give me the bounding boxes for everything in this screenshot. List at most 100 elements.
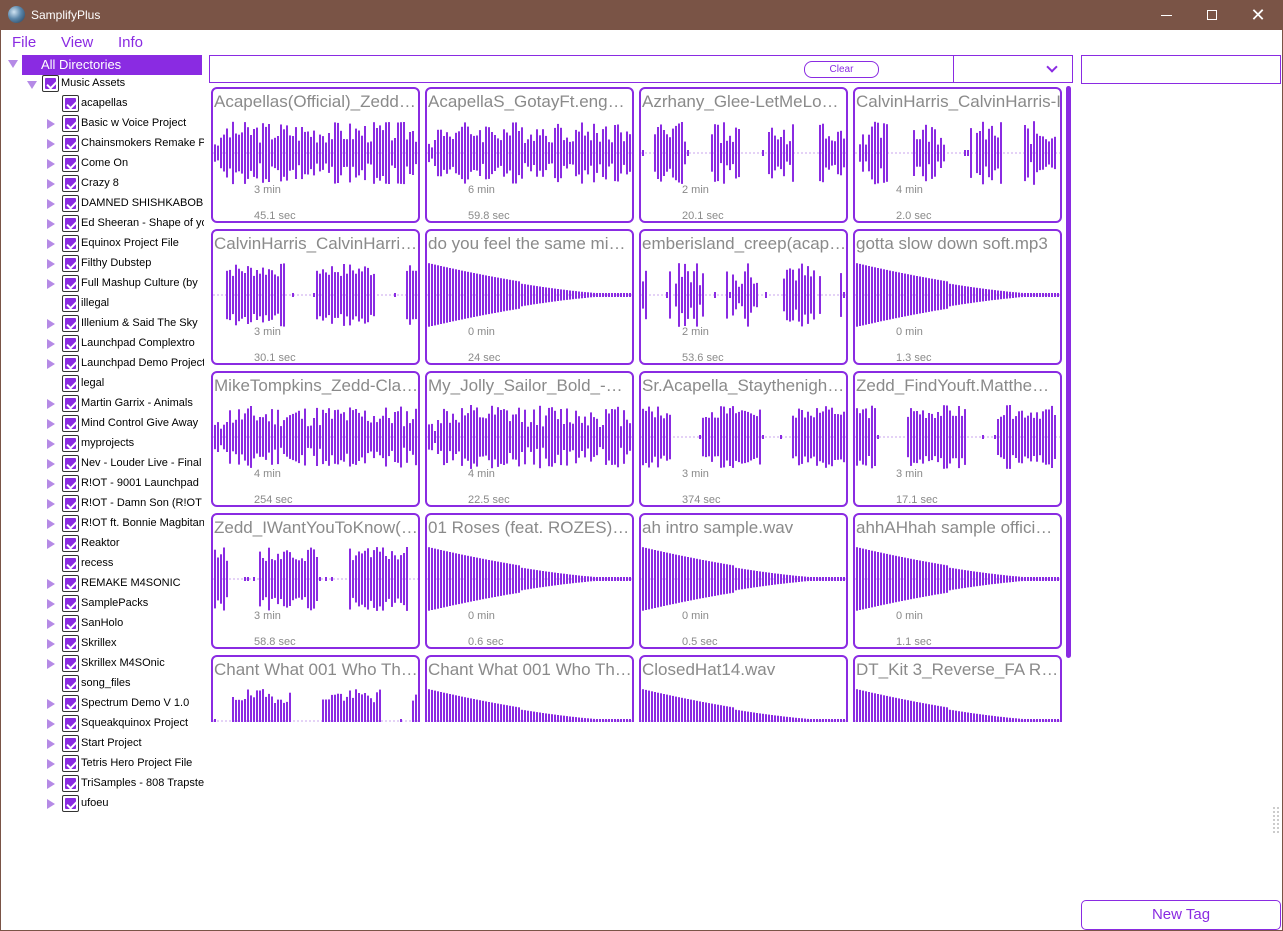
checkbox-checked[interactable] xyxy=(62,255,79,272)
checkbox-checked[interactable] xyxy=(62,315,79,332)
sample-card[interactable]: Zedd_IWantYouToKnow(feat.Selena) 3 min 58.… xyxy=(211,513,420,649)
sample-card[interactable]: Chant What 001 Who Tha .wav xyxy=(211,655,420,722)
tree-item[interactable]: Launchpad Complextro xyxy=(1,334,204,354)
checkbox-checked[interactable] xyxy=(62,295,79,312)
tree-item-music-assets[interactable]: Music Assets xyxy=(1,74,204,94)
expand-arrow-icon[interactable] xyxy=(47,139,55,149)
search-input[interactable]: Clear xyxy=(209,55,954,83)
checkbox-checked[interactable] xyxy=(62,515,79,532)
close-button[interactable]: ✕ xyxy=(1235,0,1281,30)
checkbox-checked[interactable] xyxy=(62,395,79,412)
checkbox-checked[interactable] xyxy=(62,235,79,252)
sample-card[interactable]: AcapellaS_GotayFt.engoFlow 6 min 59.8 sec xyxy=(425,87,634,223)
expand-arrow-icon[interactable] xyxy=(47,539,55,549)
checkbox-checked[interactable] xyxy=(62,355,79,372)
sample-card[interactable]: Acapellas(Official)_ZeddFt.Selena 3 min 45… xyxy=(211,87,420,223)
sample-card[interactable]: Azrhany_Glee-LetMeLoveYou 2 min 20.1 sec xyxy=(639,87,848,223)
checkbox-checked[interactable] xyxy=(62,215,79,232)
checkbox-checked[interactable] xyxy=(62,195,79,212)
expand-arrow-icon[interactable] xyxy=(47,119,55,129)
tree-item[interactable]: Ed Sheeran - Shape of you xyxy=(1,214,204,234)
tree-item[interactable]: Launchpad Demo Project xyxy=(1,354,204,374)
checkbox-checked[interactable] xyxy=(62,715,79,732)
tree-item[interactable]: SanHolo xyxy=(1,614,204,634)
tag-input[interactable] xyxy=(1081,55,1281,84)
tree-item[interactable]: R!OT ft. Bonnie Magbitang xyxy=(1,514,204,534)
tree-item[interactable]: Equinox Project File xyxy=(1,234,204,254)
expand-arrow-icon[interactable] xyxy=(47,259,55,269)
checkbox-checked[interactable] xyxy=(62,775,79,792)
clear-button[interactable]: Clear xyxy=(804,61,879,78)
tree-item[interactable]: Mind Control Give Away xyxy=(1,414,204,434)
sample-card[interactable]: My_Jolly_Sailor_Bold_-Full 4 min 22.5 sec xyxy=(425,371,634,507)
tree-item[interactable]: acapellas xyxy=(1,94,204,114)
menu-info[interactable]: Info xyxy=(118,34,143,51)
tree-item[interactable]: song_files xyxy=(1,674,204,694)
expand-arrow-icon[interactable] xyxy=(47,179,55,189)
expand-arrow-icon[interactable] xyxy=(47,759,55,769)
tree-item[interactable]: Filthy Dubstep xyxy=(1,254,204,274)
tree-item[interactable]: illegal xyxy=(1,294,204,314)
sample-card[interactable]: Chant What 001 Who Tha .wav xyxy=(425,655,634,722)
tree-item[interactable]: Martin Garrix - Animals xyxy=(1,394,204,414)
tree-item[interactable]: Skrillex xyxy=(1,634,204,654)
sample-card[interactable]: do you feel the same mid.wav 0 min 24 sec xyxy=(425,229,634,365)
checkbox-checked[interactable] xyxy=(62,155,79,172)
sample-card[interactable]: ClosedHat14.wav xyxy=(639,655,848,722)
tree-item[interactable]: legal xyxy=(1,374,204,394)
tree-item[interactable]: Full Mashup Culture (by xyxy=(1,274,204,294)
tree-root-all-directories[interactable]: All Directories xyxy=(22,55,202,75)
tree-item[interactable]: Come On xyxy=(1,154,204,174)
sample-card[interactable]: MikeTompkins_Zedd-Clarity 4 min 254 sec xyxy=(211,371,420,507)
tree-item[interactable]: DAMNED SHISHKABOB xyxy=(1,194,204,214)
checkbox-checked[interactable] xyxy=(62,735,79,752)
checkbox-checked[interactable] xyxy=(62,675,79,692)
expand-arrow-icon[interactable] xyxy=(47,399,55,409)
tree-item[interactable]: R!OT - 9001 Launchpad xyxy=(1,474,204,494)
resize-grip[interactable] xyxy=(1272,806,1280,834)
checkbox-checked[interactable] xyxy=(62,795,79,812)
tree-item[interactable]: TriSamples - 808 Trapstep xyxy=(1,774,204,794)
expand-arrow-icon[interactable] xyxy=(47,599,55,609)
expand-arrow-icon[interactable] xyxy=(27,81,37,89)
checkbox-checked[interactable] xyxy=(62,755,79,772)
tree-item[interactable]: Nev - Louder Live - Final xyxy=(1,454,204,474)
expand-arrow-icon[interactable] xyxy=(47,519,55,529)
expand-arrow-icon[interactable] xyxy=(47,439,55,449)
sample-card[interactable]: emberisland_creep(acapella) 2 min 53.6 sec xyxy=(639,229,848,365)
tree-item[interactable]: Basic w Voice Project xyxy=(1,114,204,134)
expand-arrow-icon[interactable] xyxy=(47,199,55,209)
expand-arrow-icon[interactable] xyxy=(47,799,55,809)
checkbox-checked[interactable] xyxy=(62,595,79,612)
tree-item[interactable]: Start Project xyxy=(1,734,204,754)
expand-arrow-icon[interactable] xyxy=(47,339,55,349)
sample-card[interactable]: Zedd_FindYouft.MatthewKoma 3 min 17.1 sec xyxy=(853,371,1062,507)
sample-card[interactable]: 01 Roses (feat. ROZES) - Preview 0 min 0.6… xyxy=(425,513,634,649)
new-tag-button[interactable]: New Tag xyxy=(1081,900,1281,930)
tree-item[interactable]: Squeakquinox Project xyxy=(1,714,204,734)
checkbox-checked[interactable] xyxy=(62,375,79,392)
expand-arrow-icon[interactable] xyxy=(47,319,55,329)
tree-item[interactable]: Illenium & Said The Sky xyxy=(1,314,204,334)
expand-arrow-icon[interactable] xyxy=(47,239,55,249)
expand-arrow-icon[interactable] xyxy=(47,499,55,509)
sample-card[interactable]: DT_Kit 3_Reverse_FA R.wav xyxy=(853,655,1062,722)
tree-item[interactable]: ufoeu xyxy=(1,794,204,814)
expand-arrow-icon[interactable] xyxy=(47,699,55,709)
expand-arrow-icon[interactable] xyxy=(47,779,55,789)
tree-item[interactable]: Spectrum Demo V 1.0 xyxy=(1,694,204,714)
expand-arrow-icon[interactable] xyxy=(47,279,55,289)
expand-arrow-icon[interactable] xyxy=(47,359,55,369)
tree-item[interactable]: SamplePacks xyxy=(1,594,204,614)
expand-arrow-icon[interactable] xyxy=(47,619,55,629)
sample-card[interactable]: ah intro sample.wav 0 min 0.5 sec xyxy=(639,513,848,649)
expand-arrow-icon[interactable] xyxy=(8,60,18,68)
checkbox-checked[interactable] xyxy=(62,655,79,672)
tree-item[interactable]: myprojects xyxy=(1,434,204,454)
tree-item[interactable]: REMAKE M4SONIC xyxy=(1,574,204,594)
tree-item[interactable]: Skrillex M4SOnic xyxy=(1,654,204,674)
expand-arrow-icon[interactable] xyxy=(47,719,55,729)
minimize-button[interactable] xyxy=(1143,0,1189,30)
checkbox-checked[interactable] xyxy=(62,535,79,552)
expand-arrow-icon[interactable] xyxy=(47,479,55,489)
